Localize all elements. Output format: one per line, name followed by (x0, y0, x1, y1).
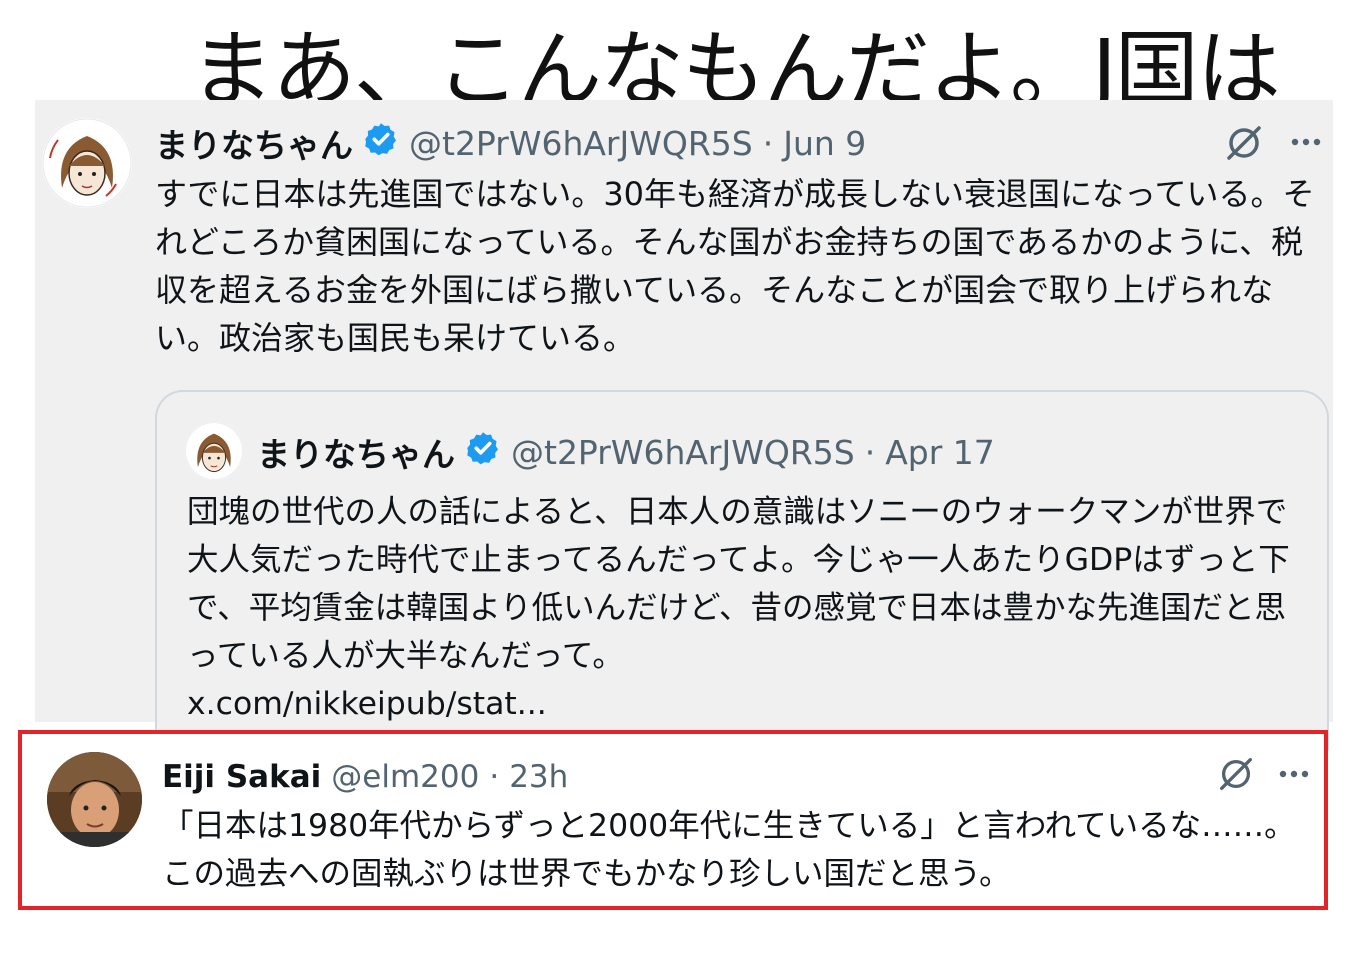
avatar-photo-icon (47, 752, 142, 847)
avatar[interactable] (47, 752, 142, 847)
grok-icon[interactable] (1222, 122, 1266, 166)
quoted-tweet-card[interactable]: まりなちゃん @t2PrW6hArJWQR5S · Apr 17 団塊の世代の人… (155, 390, 1329, 750)
tweet-link[interactable]: x.com/nikkeipub/stat... (187, 686, 547, 722)
tweet-date[interactable]: Jun 9 (783, 124, 866, 163)
user-handle: @t2PrW6hArJWQR5S (511, 432, 855, 472)
reply-text: 「日本は1980年代からずっと2000年代に生きている」と言われているな……。こ… (162, 808, 1296, 892)
avatar (185, 422, 243, 480)
user-handle[interactable]: @elm200 (331, 759, 479, 795)
avatar-illustration-icon (42, 118, 132, 208)
verified-badge-icon (363, 121, 399, 165)
tweet-date: Apr 17 (885, 432, 995, 472)
meta-separator: · (762, 123, 774, 163)
display-name[interactable]: まりなちゃん (155, 119, 353, 167)
avatar-illustration-icon (185, 422, 243, 480)
main-tweet-header: まりなちゃん @t2PrW6hArJWQR5S · Jun 9 (155, 120, 866, 166)
verified-badge-icon (465, 430, 501, 474)
more-horizontal-icon[interactable] (1284, 122, 1328, 162)
avatar[interactable] (42, 118, 132, 208)
quoted-tweet-body: 団塊の世代の人の話によると、日本人の意識はソニーのウォークマンが世界で大人気だっ… (187, 494, 1290, 674)
tweet-time[interactable]: 23h (509, 759, 568, 795)
highlighted-reply: Eiji Sakai @elm200 · 23h 「日本は1980年代からずっと… (18, 730, 1328, 910)
quoted-tweet-header: まりなちゃん @t2PrW6hArJWQR5S · Apr 17 (257, 428, 995, 476)
meta-separator: · (489, 759, 500, 795)
quoted-tweet-text: 団塊の世代の人の話によると、日本人の意識はソニーのウォークマンが世界で大人気だっ… (187, 488, 1312, 728)
display-name: まりなちゃん (257, 435, 455, 474)
tweet-text: すでに日本は先進国ではない。30年も経済が成長しない衰退国になっている。それどこ… (155, 175, 1315, 357)
meta-separator: · (864, 432, 876, 472)
reply-header: Eiji Sakai @elm200 · 23h (162, 754, 568, 800)
more-horizontal-icon[interactable] (1274, 754, 1314, 794)
grok-icon[interactable] (1214, 754, 1258, 798)
user-handle[interactable]: @t2PrW6hArJWQR5S (409, 124, 753, 163)
display-name[interactable]: Eiji Sakai (162, 759, 321, 795)
